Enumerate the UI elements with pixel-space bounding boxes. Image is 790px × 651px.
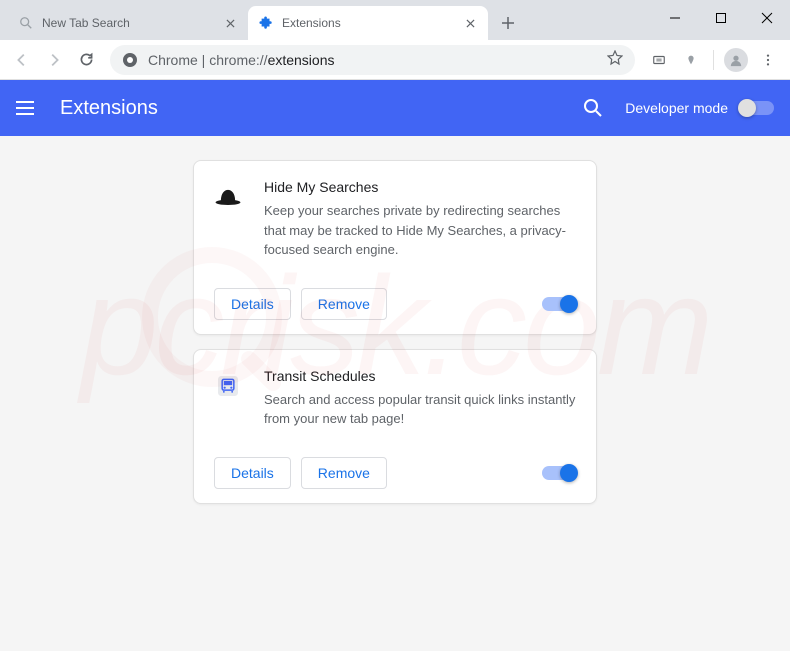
- toolbar-divider: [713, 50, 714, 70]
- hat-icon: [210, 179, 246, 215]
- remove-button[interactable]: Remove: [301, 457, 387, 489]
- maximize-button[interactable]: [698, 0, 744, 36]
- tab-title: Extensions: [282, 16, 458, 30]
- menu-button[interactable]: [754, 46, 782, 74]
- page-title: Extensions: [60, 97, 581, 120]
- address-bar[interactable]: Chrome | chrome://extensions: [110, 45, 635, 75]
- window-controls: [652, 0, 790, 36]
- back-button[interactable]: [8, 46, 36, 74]
- tab-extensions[interactable]: Extensions: [248, 6, 488, 40]
- enabled-toggle[interactable]: [542, 297, 576, 311]
- close-window-button[interactable]: [744, 0, 790, 36]
- tab-title: New Tab Search: [42, 16, 218, 30]
- profile-button[interactable]: [722, 46, 750, 74]
- avatar-icon: [724, 48, 748, 72]
- extensions-header: Extensions Developer mode: [0, 80, 790, 136]
- developer-mode-label: Developer mode: [625, 100, 728, 116]
- remove-button[interactable]: Remove: [301, 288, 387, 320]
- search-icon[interactable]: [581, 96, 605, 120]
- puzzle-icon: [258, 15, 274, 31]
- extension-toolbar-icon-2[interactable]: [677, 46, 705, 74]
- close-icon[interactable]: [222, 15, 238, 31]
- extension-name: Hide My Searches: [264, 179, 576, 195]
- details-button[interactable]: Details: [214, 457, 291, 489]
- toolbar: Chrome | chrome://extensions: [0, 40, 790, 80]
- details-button[interactable]: Details: [214, 288, 291, 320]
- close-icon[interactable]: [462, 15, 478, 31]
- extension-card: Hide My Searches Keep your searches priv…: [193, 160, 597, 335]
- developer-mode-toggle[interactable]: [740, 101, 774, 115]
- extension-description: Search and access popular transit quick …: [264, 390, 576, 429]
- extension-name: Transit Schedules: [264, 368, 576, 384]
- chrome-icon: [122, 52, 138, 68]
- forward-button[interactable]: [40, 46, 68, 74]
- bookmark-star-icon[interactable]: [607, 50, 623, 69]
- magnifier-icon: [18, 15, 34, 31]
- url-text: Chrome | chrome://extensions: [148, 52, 599, 68]
- extension-card: Transit Schedules Search and access popu…: [193, 349, 597, 504]
- hamburger-menu-icon[interactable]: [16, 96, 40, 120]
- tab-new-tab-search[interactable]: New Tab Search: [8, 6, 248, 40]
- extension-description: Keep your searches private by redirectin…: [264, 201, 576, 260]
- minimize-button[interactable]: [652, 0, 698, 36]
- extension-toolbar-icon-1[interactable]: [645, 46, 673, 74]
- bus-icon: [210, 368, 246, 404]
- new-tab-button[interactable]: [494, 9, 522, 37]
- reload-button[interactable]: [72, 46, 100, 74]
- extensions-list: Hide My Searches Keep your searches priv…: [0, 136, 790, 651]
- enabled-toggle[interactable]: [542, 466, 576, 480]
